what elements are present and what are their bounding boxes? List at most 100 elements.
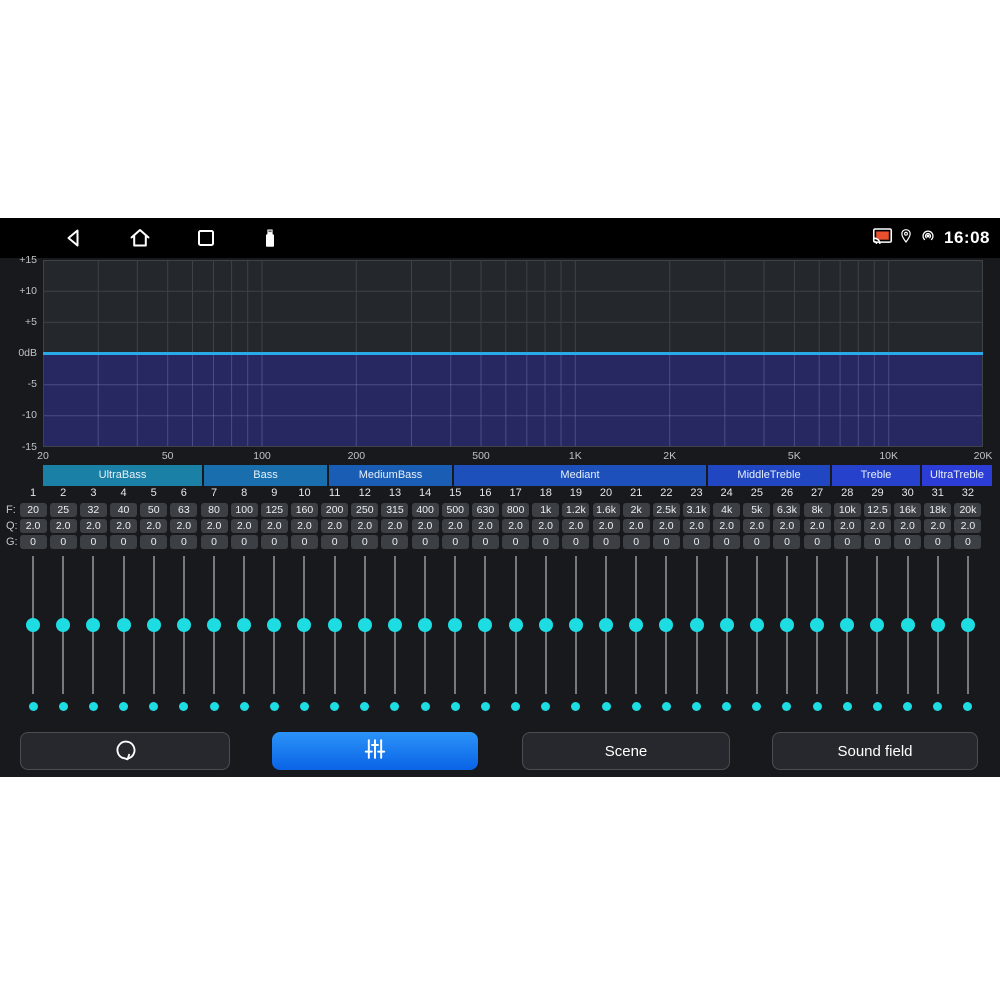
gain-slider-band-26[interactable] xyxy=(772,556,802,694)
gain-slider-band-11[interactable] xyxy=(320,556,350,694)
band-freq-value[interactable]: 800 xyxy=(502,503,529,517)
slider-thumb[interactable] xyxy=(780,618,794,632)
band-freq-value[interactable]: 63 xyxy=(170,503,197,517)
slider-thumb[interactable] xyxy=(599,618,613,632)
band-q-value[interactable]: 2.0 xyxy=(804,519,831,533)
band-gain-value[interactable]: 0 xyxy=(683,535,710,549)
band-q-value[interactable]: 2.0 xyxy=(412,519,439,533)
band-gain-value[interactable]: 0 xyxy=(412,535,439,549)
gain-slider-band-13[interactable] xyxy=(380,556,410,694)
gain-slider-band-12[interactable] xyxy=(350,556,380,694)
slider-thumb[interactable] xyxy=(901,618,915,632)
band-freq-value[interactable]: 200 xyxy=(321,503,348,517)
band-gain-value[interactable]: 0 xyxy=(472,535,499,549)
band-freq-value[interactable]: 4k xyxy=(713,503,740,517)
band-gain-value[interactable]: 0 xyxy=(381,535,408,549)
slider-thumb[interactable] xyxy=(207,618,221,632)
band-gain-value[interactable]: 0 xyxy=(773,535,800,549)
band-freq-value[interactable]: 32 xyxy=(80,503,107,517)
band-freq-value[interactable]: 315 xyxy=(381,503,408,517)
slider-thumb[interactable] xyxy=(237,618,251,632)
reset-button[interactable] xyxy=(20,732,230,770)
gain-slider-band-2[interactable] xyxy=(48,556,78,694)
slider-thumb[interactable] xyxy=(629,618,643,632)
band-gain-value[interactable]: 0 xyxy=(894,535,921,549)
slider-thumb[interactable] xyxy=(840,618,854,632)
band-gain-value[interactable]: 0 xyxy=(502,535,529,549)
gain-slider-band-18[interactable] xyxy=(531,556,561,694)
band-gain-value[interactable]: 0 xyxy=(50,535,77,549)
band-q-value[interactable]: 2.0 xyxy=(231,519,258,533)
gain-slider-band-31[interactable] xyxy=(923,556,953,694)
band-freq-value[interactable]: 18k xyxy=(924,503,951,517)
band-freq-value[interactable]: 16k xyxy=(894,503,921,517)
band-freq-value[interactable]: 20 xyxy=(20,503,47,517)
slider-thumb[interactable] xyxy=(539,618,553,632)
band-freq-value[interactable]: 160 xyxy=(291,503,318,517)
band-freq-value[interactable]: 2.5k xyxy=(653,503,680,517)
band-gain-value[interactable]: 0 xyxy=(261,535,288,549)
slider-thumb[interactable] xyxy=(659,618,673,632)
band-freq-value[interactable]: 6.3k xyxy=(773,503,800,517)
band-q-value[interactable]: 2.0 xyxy=(170,519,197,533)
slider-thumb[interactable] xyxy=(267,618,281,632)
band-gain-value[interactable]: 0 xyxy=(291,535,318,549)
slider-thumb[interactable] xyxy=(509,618,523,632)
slider-thumb[interactable] xyxy=(569,618,583,632)
gain-slider-band-29[interactable] xyxy=(862,556,892,694)
band-gain-value[interactable]: 0 xyxy=(834,535,861,549)
gain-slider-band-15[interactable] xyxy=(440,556,470,694)
slider-thumb[interactable] xyxy=(448,618,462,632)
band-gain-value[interactable]: 0 xyxy=(562,535,589,549)
band-q-value[interactable]: 2.0 xyxy=(593,519,620,533)
gain-slider-band-22[interactable] xyxy=(651,556,681,694)
band-q-value[interactable]: 2.0 xyxy=(321,519,348,533)
slider-thumb[interactable] xyxy=(961,618,975,632)
band-q-value[interactable]: 2.0 xyxy=(140,519,167,533)
gain-slider-band-19[interactable] xyxy=(561,556,591,694)
slider-thumb[interactable] xyxy=(870,618,884,632)
scene-button[interactable]: Scene xyxy=(522,732,730,770)
band-q-value[interactable]: 2.0 xyxy=(954,519,981,533)
slider-thumb[interactable] xyxy=(418,618,432,632)
recents-icon[interactable] xyxy=(194,226,218,250)
slider-thumb[interactable] xyxy=(810,618,824,632)
slider-thumb[interactable] xyxy=(147,618,161,632)
gain-slider-band-28[interactable] xyxy=(832,556,862,694)
band-freq-value[interactable]: 12.5 xyxy=(864,503,891,517)
band-gain-value[interactable]: 0 xyxy=(713,535,740,549)
gain-slider-band-21[interactable] xyxy=(621,556,651,694)
band-freq-value[interactable]: 500 xyxy=(442,503,469,517)
gain-slider-band-9[interactable] xyxy=(259,556,289,694)
gain-slider-band-23[interactable] xyxy=(681,556,711,694)
gain-slider-band-3[interactable] xyxy=(78,556,108,694)
band-q-value[interactable]: 2.0 xyxy=(562,519,589,533)
gain-slider-band-20[interactable] xyxy=(591,556,621,694)
band-q-value[interactable]: 2.0 xyxy=(201,519,228,533)
band-freq-value[interactable]: 1.6k xyxy=(593,503,620,517)
band-gain-value[interactable]: 0 xyxy=(924,535,951,549)
band-freq-value[interactable]: 1.2k xyxy=(562,503,589,517)
band-q-value[interactable]: 2.0 xyxy=(773,519,800,533)
band-q-value[interactable]: 2.0 xyxy=(924,519,951,533)
slider-thumb[interactable] xyxy=(297,618,311,632)
band-gain-value[interactable]: 0 xyxy=(532,535,559,549)
band-gain-value[interactable]: 0 xyxy=(864,535,891,549)
band-q-value[interactable]: 2.0 xyxy=(743,519,770,533)
sound-field-button[interactable]: Sound field xyxy=(772,732,978,770)
slider-thumb[interactable] xyxy=(690,618,704,632)
band-gain-value[interactable]: 0 xyxy=(110,535,137,549)
band-gain-value[interactable]: 0 xyxy=(623,535,650,549)
band-gain-value[interactable]: 0 xyxy=(321,535,348,549)
slider-thumb[interactable] xyxy=(931,618,945,632)
band-q-value[interactable]: 2.0 xyxy=(502,519,529,533)
band-q-value[interactable]: 2.0 xyxy=(442,519,469,533)
band-gain-value[interactable]: 0 xyxy=(743,535,770,549)
gain-slider-band-27[interactable] xyxy=(802,556,832,694)
band-freq-value[interactable]: 50 xyxy=(140,503,167,517)
slider-thumb[interactable] xyxy=(478,618,492,632)
band-freq-value[interactable]: 20k xyxy=(954,503,981,517)
back-icon[interactable] xyxy=(62,226,86,250)
band-gain-value[interactable]: 0 xyxy=(954,535,981,549)
usb-device-icon[interactable] xyxy=(258,226,282,250)
